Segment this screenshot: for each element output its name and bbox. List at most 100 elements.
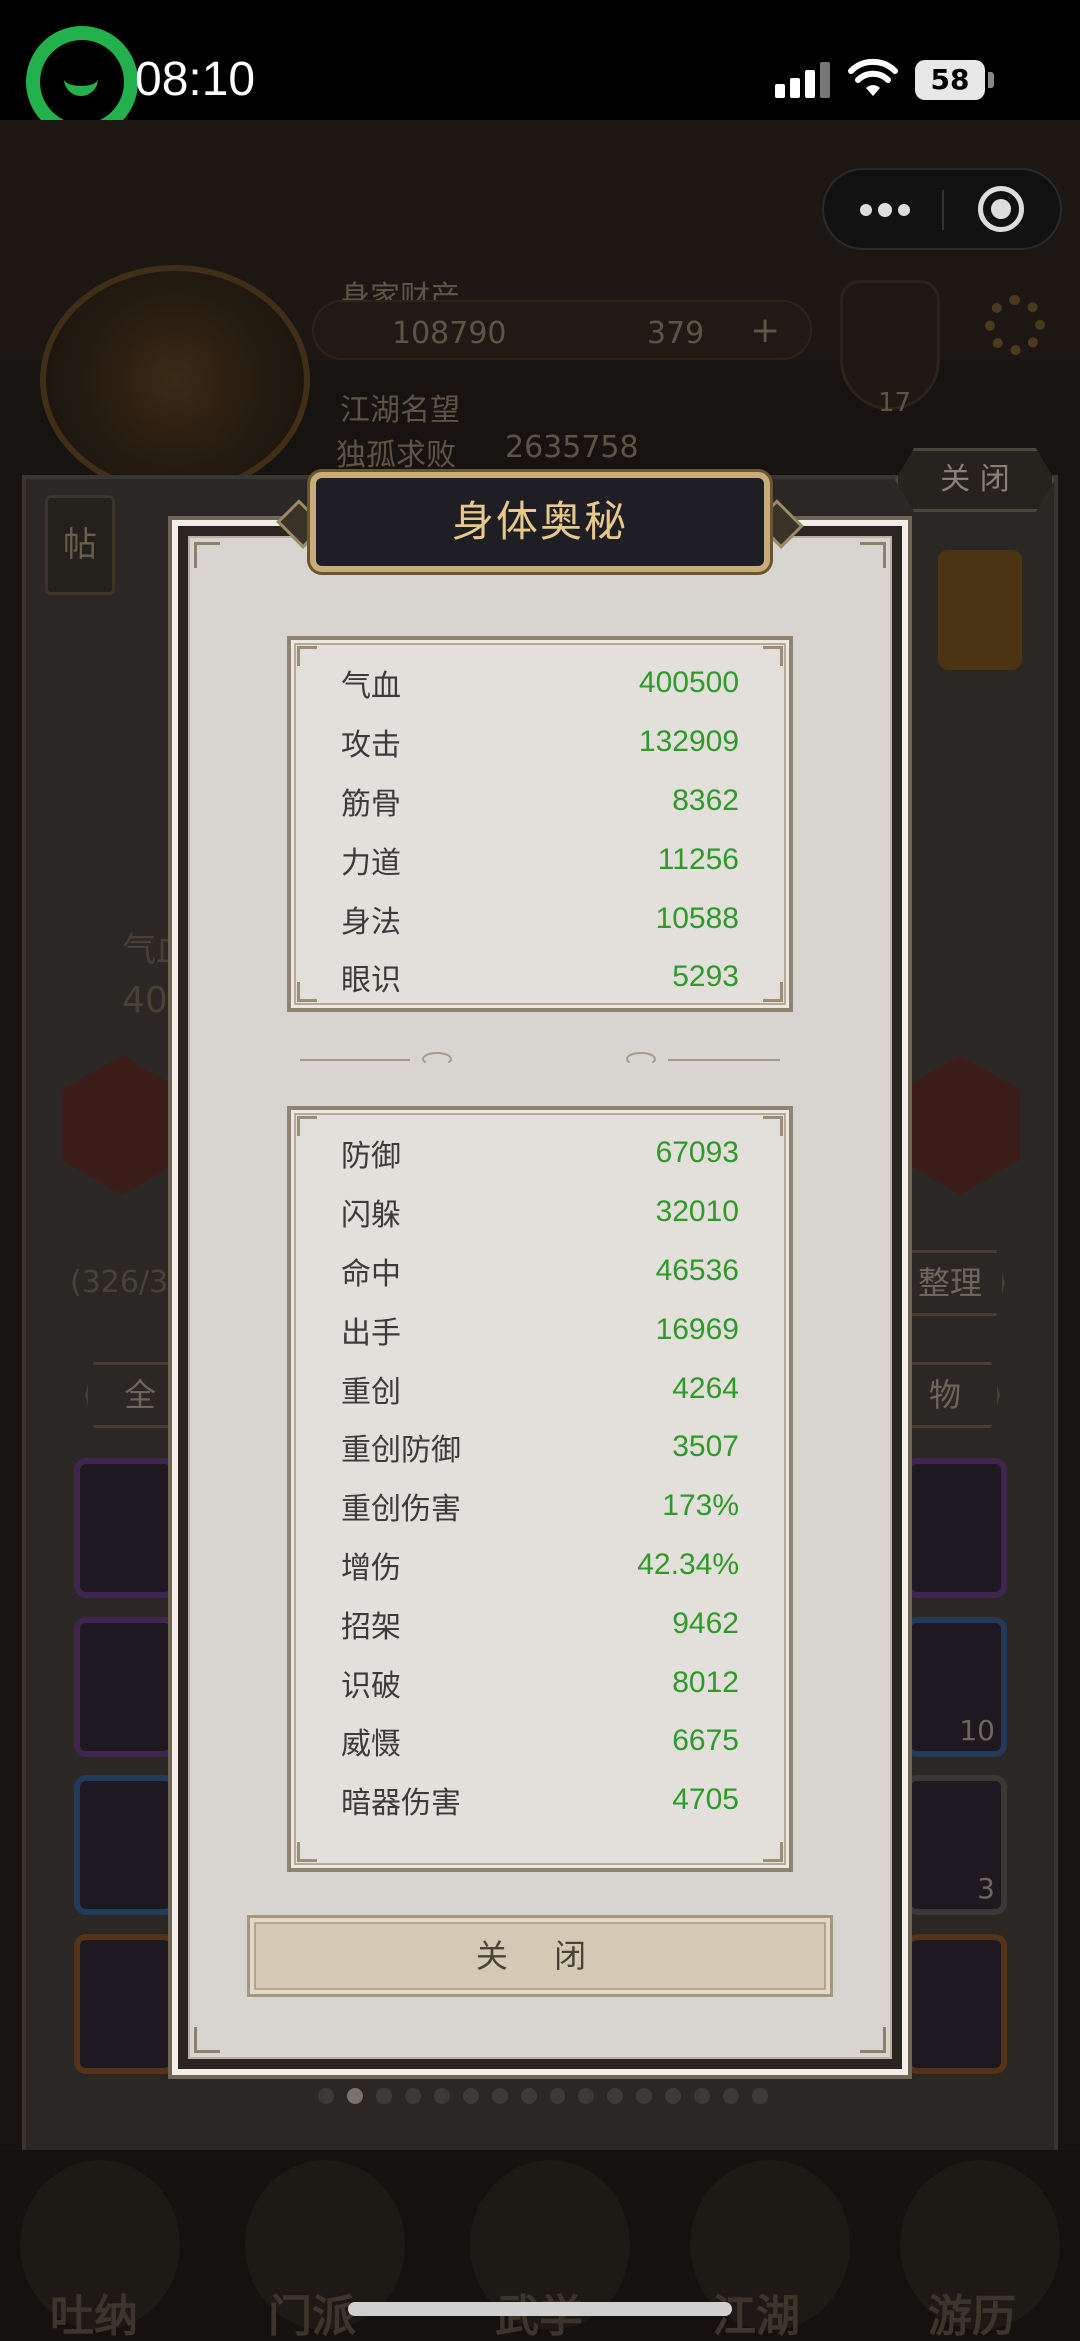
stat-row: 重创防御 3507: [341, 1418, 739, 1477]
inventory-slot[interactable]: 3: [905, 1775, 1007, 1915]
stat-label: 攻击: [341, 728, 401, 764]
primary-stats-box: 气血 400500 攻击 132909 筋骨 8362 力道 11256 身法 10588 眼识 52…: [287, 636, 793, 1012]
stat-value: 400500: [638, 666, 739, 700]
stat-row: 重创伤害 173%: [341, 1477, 739, 1536]
stat-row: 碎骨概率7.30%: [341, 1830, 739, 1843]
stat-label: 闪躲: [341, 1198, 401, 1234]
close-circle-icon[interactable]: [978, 186, 1024, 232]
stat-label: 眼识: [341, 963, 401, 994]
inventory-slot[interactable]: 10: [905, 1617, 1007, 1757]
stat-value: 42.34%: [637, 1547, 739, 1581]
home-indicator[interactable]: [348, 2302, 732, 2316]
page-dot: [694, 2088, 711, 2104]
stat-value: 6675: [672, 1724, 739, 1758]
inventory-slot[interactable]: [74, 1934, 176, 2074]
stat-value: 9462: [672, 1606, 739, 1640]
wifi-icon: [848, 58, 898, 96]
stat-row: 出手 16969: [341, 1300, 739, 1359]
stat-label: 增伤: [341, 1550, 401, 1586]
inventory-slot[interactable]: [74, 1617, 176, 1757]
page-dot: [578, 2088, 595, 2104]
stat-row: 重创 4264: [341, 1359, 739, 1418]
inventory-slot[interactable]: [74, 1458, 176, 1598]
stat-label: 碎骨概率: [341, 1837, 461, 1842]
stat-value: 173%: [662, 1489, 739, 1523]
sort-button[interactable]: 整理: [895, 1250, 1005, 1316]
stat-label: 气血: [341, 669, 401, 705]
stat-value: 3507: [672, 1430, 739, 1464]
inventory-slot[interactable]: [74, 1775, 176, 1915]
gear-icon[interactable]: [985, 295, 1045, 355]
battery-level: 58: [930, 63, 970, 96]
stat-value: 16969: [655, 1312, 739, 1346]
background-close-tag[interactable]: 关 闭: [895, 448, 1055, 512]
seal-charm-icon[interactable]: [938, 550, 1022, 670]
close-button[interactable]: 关 闭: [247, 1915, 833, 1997]
player-avatar[interactable]: [40, 265, 310, 495]
stat-value: 4264: [672, 1371, 739, 1405]
primary-stats-list: 气血 400500 攻击 132909 筋骨 8362 力道 11256 身法 10588 眼识 52…: [341, 654, 739, 994]
stat-row: 筋骨 8362: [341, 772, 739, 831]
corner-ornament: [860, 542, 886, 568]
stat-row: 增伤 42.34%: [341, 1536, 739, 1595]
stat-label: 威慑: [341, 1727, 401, 1763]
taiji-count: 17: [878, 388, 912, 418]
page-dot: [462, 2088, 479, 2104]
page-dot: [607, 2088, 624, 2104]
more-dots-icon[interactable]: [824, 170, 942, 248]
corner-ornament: [194, 2027, 220, 2053]
stat-value: 132909: [638, 725, 739, 759]
fame-label: 江湖名望: [340, 393, 460, 428]
capsule-divider: [942, 190, 944, 230]
page-dot: [636, 2088, 653, 2104]
stat-label: 力道: [341, 845, 401, 881]
invitation-icon[interactable]: 帖: [45, 495, 115, 595]
jade-amount: 379: [647, 316, 705, 351]
stat-label: 身法: [341, 904, 401, 940]
stat-row: 暗器伤害 4705: [341, 1771, 739, 1830]
secondary-stats-box[interactable]: 防御 67093 闪躲 32010 命中 46536 出手 16969 重创 4264 重创防御 35…: [287, 1106, 793, 1872]
page-dot: [520, 2088, 537, 2104]
stat-row: 眼识 5293: [341, 948, 739, 994]
page-dot: [433, 2088, 450, 2104]
stat-label: 防御: [341, 1139, 401, 1175]
stat-row: 招架 9462: [341, 1594, 739, 1653]
fame-value: 2635758: [505, 430, 639, 465]
inventory-slot[interactable]: [905, 1458, 1007, 1598]
nav-label-sect[interactable]: 门派: [268, 2280, 356, 2341]
page-dot: [346, 2088, 363, 2104]
page-dot: [375, 2088, 392, 2104]
add-currency-icon[interactable]: +: [750, 310, 780, 351]
page-dot: [549, 2088, 566, 2104]
stat-row: 气血 400500: [341, 654, 739, 713]
battery-icon: 58: [915, 60, 985, 100]
inventory-capacity: (326/38: [70, 1265, 188, 1300]
stat-label: 暗器伤害: [341, 1786, 461, 1822]
page-dot: [752, 2088, 768, 2104]
stat-label: 重创伤害: [341, 1492, 461, 1528]
nav-label-travel[interactable]: 游历: [928, 2280, 1016, 2341]
corner-ornament: [860, 2027, 886, 2053]
stat-label: 筋骨: [341, 786, 401, 822]
stat-row: 攻击 132909: [341, 713, 739, 772]
inventory-slot[interactable]: [905, 1934, 1007, 2074]
stat-label: 命中: [341, 1256, 401, 1292]
modal-title: 身体奥秘: [451, 497, 628, 546]
stat-row: 命中 46536: [341, 1242, 739, 1301]
page-indicator: [318, 2088, 768, 2108]
stat-value: 46536: [655, 1253, 739, 1287]
secondary-stats-list[interactable]: 防御 67093 闪躲 32010 命中 46536 出手 16969 重创 4264 重创防御 35…: [341, 1124, 739, 1842]
stat-row: 闪躲 32010: [341, 1183, 739, 1242]
page-dot: [491, 2088, 508, 2104]
battery-tip: [988, 72, 994, 88]
stat-value: 4705: [672, 1783, 739, 1817]
nav-label-tuna[interactable]: 吐纳: [50, 2280, 138, 2341]
stat-value: 67093: [655, 1136, 739, 1170]
resource-bar: [312, 300, 812, 360]
page-dot: [665, 2088, 682, 2104]
stat-row: 威慑 6675: [341, 1712, 739, 1771]
stat-label: 识破: [341, 1668, 401, 1704]
section-divider: [300, 1050, 780, 1070]
stat-label: 重创: [341, 1374, 401, 1410]
stat-value: 8012: [672, 1665, 739, 1699]
